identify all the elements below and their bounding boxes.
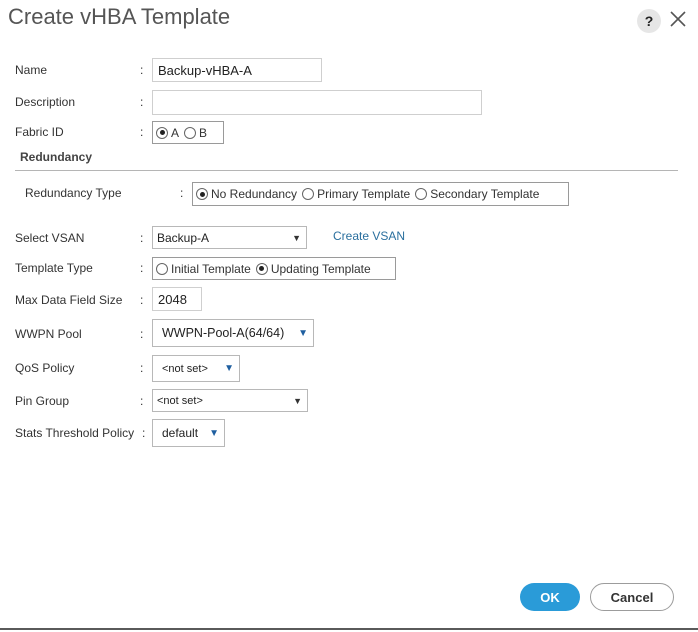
max-data-field-size-label: Max Data Field Size <box>15 293 123 307</box>
cancel-button[interactable]: Cancel <box>590 583 674 611</box>
radio-selected-icon <box>156 126 168 139</box>
wwpn-pool-colon: : <box>140 327 144 341</box>
redundancy-radio-primary[interactable]: Primary Template <box>302 187 410 201</box>
name-input[interactable]: Backup-vHBA-A <box>152 58 322 82</box>
description-input[interactable] <box>152 90 482 115</box>
template-type-colon: : <box>140 261 144 275</box>
select-vsan-value: Backup-A <box>157 230 210 245</box>
description-colon: : <box>140 95 144 109</box>
section-divider <box>15 170 678 171</box>
ok-button[interactable]: OK <box>520 583 580 611</box>
radio-unselected-icon <box>302 188 315 200</box>
radio-selected-icon <box>255 262 268 275</box>
stats-threshold-policy-label: Stats Threshold Policy <box>15 426 135 440</box>
chevron-down-icon: ▼ <box>293 395 302 406</box>
stats-threshold-policy-value: default <box>162 426 199 440</box>
template-type-radio-initial[interactable]: Initial Template <box>156 262 251 276</box>
redundancy-type-colon: : <box>180 186 184 200</box>
redundancy-radio-secondary[interactable]: Secondary Template <box>415 187 539 201</box>
name-label: Name <box>15 63 48 77</box>
redundancy-option-primary: Primary Template <box>317 187 411 201</box>
select-vsan-dropdown[interactable]: Backup-A ▼ <box>152 226 307 249</box>
pin-group-dropdown[interactable]: <not set> ▼ <box>152 389 308 412</box>
qos-policy-dropdown[interactable]: <not set> ▼ <box>152 355 240 382</box>
qos-policy-value: <not set> <box>162 362 208 375</box>
select-vsan-colon: : <box>140 231 144 245</box>
max-data-field-size-colon: : <box>140 293 144 307</box>
qos-policy-label: QoS Policy <box>15 361 75 375</box>
qos-policy-colon: : <box>140 361 144 375</box>
stats-threshold-policy-dropdown[interactable]: default ▼ <box>152 419 225 447</box>
template-type-label: Template Type <box>15 261 93 275</box>
template-type-radio-group: Initial Template Updating Template <box>152 257 396 280</box>
chevron-down-icon: ▼ <box>292 232 301 243</box>
fabric-id-radio-a[interactable]: A <box>156 126 179 140</box>
radio-selected-icon <box>196 188 208 200</box>
fabric-id-colon: : <box>140 125 144 139</box>
wwpn-pool-value: WWPN-Pool-A(64/64) <box>162 326 285 340</box>
create-vsan-link[interactable]: Create VSAN <box>333 229 405 243</box>
template-type-option-updating: Updating Template <box>270 261 371 276</box>
template-type-option-initial: Initial Template <box>171 261 251 276</box>
max-data-field-size-input[interactable]: 2048 <box>152 287 202 311</box>
fabric-id-radio-b[interactable]: B <box>184 126 207 140</box>
radio-unselected-icon <box>156 262 168 275</box>
fabric-id-radio-group: A B <box>152 121 224 144</box>
wwpn-pool-label: WWPN Pool <box>15 327 82 341</box>
chevron-down-icon: ▼ <box>224 363 234 374</box>
wwpn-pool-dropdown[interactable]: WWPN-Pool-A(64/64) ▼ <box>152 319 314 347</box>
pin-group-label: Pin Group <box>15 394 70 408</box>
template-type-radio-updating[interactable]: Updating Template <box>255 261 371 276</box>
help-icon[interactable]: ? <box>637 9 661 33</box>
close-icon[interactable] <box>668 9 688 29</box>
redundancy-section-title: Redundancy <box>20 150 93 164</box>
dialog-title: Create vHBA Template <box>8 4 231 29</box>
dialog-bottom-border <box>0 628 698 630</box>
redundancy-type-radio-group: No Redundancy Primary Template Secondary… <box>192 182 569 206</box>
fabric-id-option-b: B <box>199 125 208 140</box>
redundancy-option-secondary: Secondary Template <box>430 187 540 201</box>
stats-threshold-policy-colon: : <box>142 426 146 440</box>
redundancy-type-label: Redundancy Type <box>25 186 122 200</box>
redundancy-radio-none[interactable]: No Redundancy <box>196 187 297 201</box>
description-label: Description <box>15 95 76 109</box>
chevron-down-icon: ▼ <box>298 327 308 339</box>
chevron-down-icon: ▼ <box>209 427 219 439</box>
name-colon: : <box>140 63 144 77</box>
pin-group-value: <not set> <box>157 394 203 407</box>
fabric-id-option-a: A <box>171 125 180 140</box>
select-vsan-label: Select VSAN <box>15 231 85 245</box>
radio-unselected-icon <box>184 126 197 139</box>
pin-group-colon: : <box>140 394 144 408</box>
fabric-id-label: Fabric ID <box>15 125 64 139</box>
radio-unselected-icon <box>415 188 428 200</box>
redundancy-option-none: No Redundancy <box>211 187 298 201</box>
